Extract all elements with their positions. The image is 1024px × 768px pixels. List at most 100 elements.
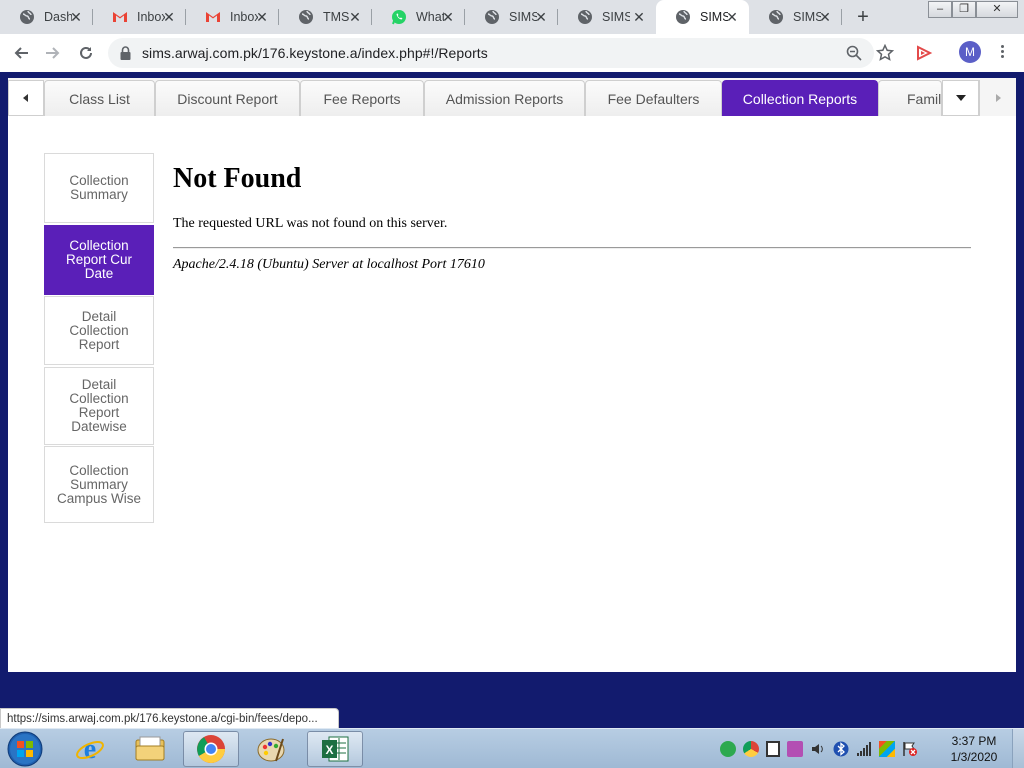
new-tab-button[interactable]: + (853, 7, 873, 27)
globe-icon (577, 9, 593, 25)
browser-tab-strip: Dashb✕Inbox✕Inbox✕TMS✕Whats✕SIMS✕SIMS✕SI… (0, 0, 1024, 34)
clock-date: 1/3/2020 (950, 750, 998, 764)
folder-icon (135, 736, 165, 761)
browser-tab[interactable]: Inbox ✕ (186, 0, 279, 34)
clock-time: 3:37 PM (951, 734, 997, 748)
close-tab-icon[interactable]: ✕ (69, 10, 83, 24)
globe-icon (19, 9, 35, 25)
report-tab[interactable]: Collection Reports (722, 80, 878, 116)
submenu-item[interactable]: Detail Collection Report Datewise (44, 367, 154, 445)
taskbar-clock[interactable]: 3:37 PM 1/3/2020 (942, 733, 1006, 765)
page-viewport: Class List Discount Report Fee Reports Admi… (0, 72, 1024, 678)
windows-orb-icon (7, 731, 43, 767)
browser-tab[interactable]: SIMS ✕ (656, 0, 749, 34)
paint-palette-icon (257, 738, 285, 762)
not-found-message: The requested URL was not found on this … (173, 216, 448, 231)
close-tab-icon[interactable]: ✕ (162, 10, 176, 24)
volume-icon[interactable] (810, 741, 826, 757)
tab-title: SIMS (793, 10, 821, 24)
tray-color-icon[interactable] (879, 741, 895, 757)
browser-tab[interactable]: Inbox ✕ (93, 0, 186, 34)
close-tab-icon[interactable]: ✕ (818, 10, 832, 24)
bluetooth-icon[interactable] (833, 741, 849, 757)
reports-panel: Class List Discount Report Fee Reports Admi… (8, 78, 1016, 672)
system-tray (720, 737, 918, 761)
close-tab-icon[interactable]: ✕ (632, 10, 646, 24)
tab-title: SIMS (700, 10, 728, 24)
taskbar-chrome[interactable] (183, 731, 239, 767)
tab-title: SIMS (602, 10, 630, 24)
reload-button[interactable] (73, 40, 99, 66)
show-desktop-button[interactable] (1012, 729, 1024, 768)
bookmark-star-icon[interactable] (876, 44, 894, 62)
back-button[interactable] (8, 40, 34, 66)
report-tab[interactable]: Fee Defaulters (585, 80, 722, 116)
action-center-flag-icon[interactable] (902, 741, 918, 757)
report-tab[interactable]: Admission Reports (424, 80, 585, 116)
submenu-item[interactable]: Collection Summary Campus Wise (44, 446, 154, 523)
globe-icon (675, 9, 691, 25)
server-signature: Apache/2.4.18 (Ubuntu) Server at localho… (173, 257, 485, 272)
network-signal-icon[interactable] (856, 741, 872, 757)
browser-tab[interactable]: Dashb✕ (0, 0, 93, 34)
tabs-scroll-left-button[interactable] (8, 80, 44, 116)
caret-left-icon (23, 94, 28, 102)
report-tab[interactable]: Class List (44, 80, 155, 116)
gmail-icon (112, 9, 128, 25)
browser-menu-icon[interactable] (996, 43, 1008, 63)
tab-title: Whats (416, 10, 444, 24)
browser-tab[interactable]: SIMS ✕ (558, 0, 656, 34)
forward-button[interactable] (40, 40, 66, 66)
taskbar-excel[interactable]: X (307, 731, 363, 767)
tab-title: Inbox (137, 10, 165, 24)
caret-down-icon (955, 95, 966, 101)
tray-note-icon[interactable] (787, 741, 803, 757)
reload-icon (80, 46, 92, 59)
browser-tab[interactable]: SIMS ✕ (749, 0, 842, 34)
submenu-item[interactable]: Detail Collection Report (44, 296, 154, 365)
zoom-icon[interactable] (846, 45, 862, 61)
tabs-dropdown-button[interactable] (942, 80, 979, 116)
browser-tab[interactable]: TMS ✕ (279, 0, 372, 34)
globe-icon (484, 9, 500, 25)
start-button[interactable] (4, 730, 46, 768)
tray-flash-icon[interactable] (720, 741, 736, 757)
taskbar-internet-explorer[interactable]: e (62, 731, 118, 767)
taskbar-file-explorer[interactable] (122, 731, 178, 767)
profile-avatar[interactable]: M (959, 41, 981, 63)
report-tab[interactable]: Fee Reports (300, 80, 424, 116)
close-tab-icon[interactable]: ✕ (534, 10, 548, 24)
tabs-scroll-right-button[interactable] (979, 80, 1016, 116)
globe-icon (768, 9, 784, 25)
submenu-item[interactable]: Collection Summary (44, 153, 154, 223)
whatsapp-icon (391, 9, 407, 25)
windows-taskbar: e X 3:37 PM 1/3/2020 (0, 728, 1024, 768)
minimize-button[interactable]: – (928, 1, 952, 18)
close-tab-icon[interactable]: ✕ (348, 10, 362, 24)
submenu-item[interactable]: Collection Report Cur Date (44, 225, 154, 295)
lock-icon (120, 46, 131, 60)
report-tab[interactable]: Discount Report (155, 80, 300, 116)
close-tab-icon[interactable]: ✕ (725, 10, 739, 24)
browser-tab[interactable]: Whats✕ (372, 0, 465, 34)
forward-arrow-icon (46, 47, 60, 59)
report-tab[interactable]: Family (878, 80, 942, 116)
extension-icon[interactable] (915, 44, 933, 62)
browser-toolbar: sims.arwaj.com.pk/176.keystone.a/index.p… (0, 34, 1024, 72)
tray-chrome-icon[interactable] (743, 741, 759, 757)
close-tab-icon[interactable]: ✕ (441, 10, 455, 24)
svg-text:X: X (325, 743, 333, 757)
close-tab-icon[interactable]: ✕ (255, 10, 269, 24)
browser-tab[interactable]: SIMS ✕ (465, 0, 558, 34)
not-found-title: Not Found (173, 163, 302, 194)
address-bar[interactable]: sims.arwaj.com.pk/176.keystone.a/index.p… (108, 38, 874, 68)
url-text: sims.arwaj.com.pk/176.keystone.a/index.p… (142, 45, 488, 61)
close-window-button[interactable]: ✕ (976, 1, 1018, 18)
divider (173, 247, 971, 249)
globe-icon (298, 9, 314, 25)
taskbar-paint[interactable] (243, 731, 299, 767)
internet-explorer-icon: e (76, 734, 104, 764)
tab-title: TMS (323, 10, 350, 24)
tray-clipboard-icon[interactable] (766, 741, 780, 757)
restore-button[interactable]: ❐ (952, 1, 976, 18)
